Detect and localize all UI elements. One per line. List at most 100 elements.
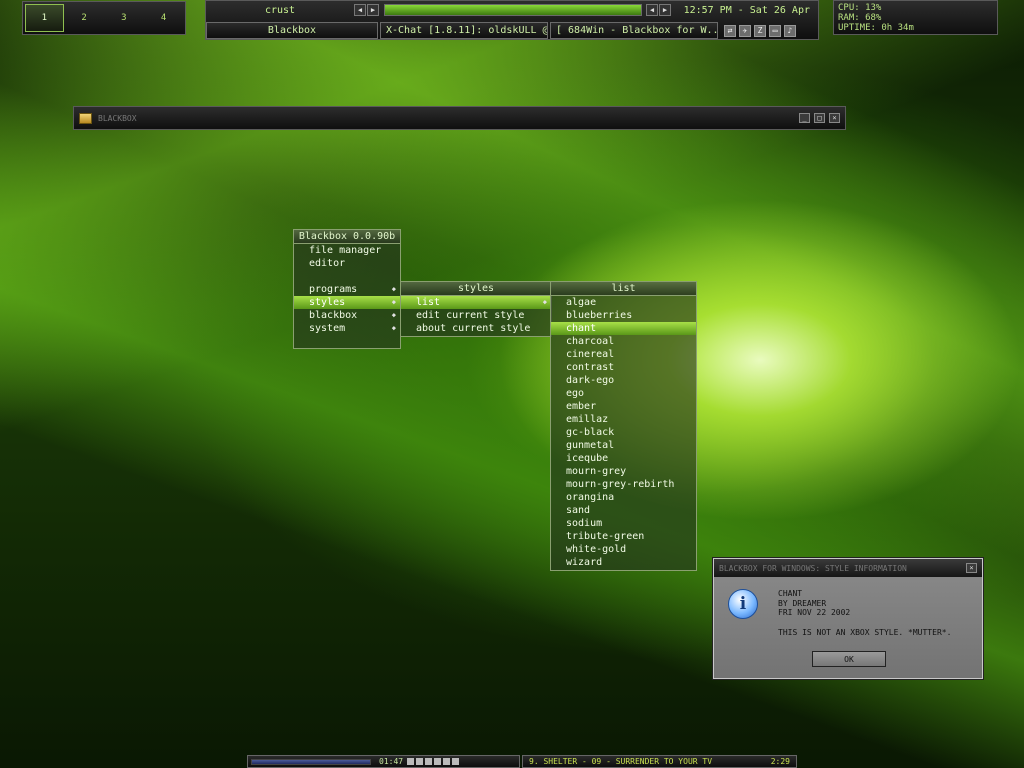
style-item-dark-ego[interactable]: dark-ego [551,374,696,387]
root-menu: Blackbox 0.0.90b file manager editor pro… [293,229,401,349]
style-item-blueberries[interactable]: blueberries [551,309,696,322]
style-item-gunmetal[interactable]: gunmetal [551,439,696,452]
bottom-bar: 01:47 9. SHELTER - 09 - SURRENDER TO YOU… [247,755,797,768]
menu-item-system[interactable]: system ◆ [294,322,400,335]
style-item-ember[interactable]: ember [551,400,696,413]
workspace-prev-button[interactable]: ◀ [354,4,366,16]
submenu-arrow-icon: ◆ [391,285,396,293]
style-item-gc-black[interactable]: gc-black [551,426,696,439]
submenu-arrow-icon: ◆ [391,324,396,332]
menu-item-styles[interactable]: styles ◆ [294,296,400,309]
system-tray: ⇄ ✈ Z ▭ ♪ [720,24,796,37]
playback-progress[interactable] [251,758,371,765]
toolbar-slider [384,4,642,16]
styles-menu: styles list ◆ edit current style about cu… [400,281,552,337]
dialog-titlebar[interactable]: BLACKBOX FOR WINDOWS: STYLE INFORMATION … [714,559,982,577]
maximize-button[interactable]: □ [814,113,825,123]
eject-icon[interactable] [452,758,460,765]
style-item-emillaz[interactable]: emillaz [551,413,696,426]
prev-track-icon[interactable] [407,758,415,765]
menu-item-programs[interactable]: programs ◆ [294,283,400,296]
menu-item-file-manager[interactable]: file manager [294,244,400,257]
dialog-message: CHANT BY DREAMER FRI NOV 22 2002 THIS IS… [778,589,951,637]
task-blackbox[interactable]: Blackbox [206,22,378,39]
style-item-charcoal[interactable]: charcoal [551,335,696,348]
monitor-icon[interactable]: ▭ [769,24,781,37]
menu-item-editor[interactable]: editor [294,257,400,270]
style-item-white-gold[interactable]: white-gold [551,543,696,556]
pause-icon[interactable] [425,758,433,765]
style-item-chant[interactable]: chant [551,322,696,335]
window-title: BLACKBOX [98,113,137,123]
workspace-4-button[interactable]: 4 [144,4,183,32]
network-icon[interactable]: ⇄ [724,24,736,37]
blackbox-window-titlebar[interactable]: BLACKBOX _ □ × [73,106,846,130]
menu-item-edit-current-style[interactable]: edit current style [401,309,551,322]
task-xchat[interactable]: X-Chat [1.8.11]: oldskULL @... [380,22,548,39]
satellite-icon[interactable]: ✈ [739,24,751,37]
cpu-usage: CPU: 13% [838,3,882,13]
menu-item-list[interactable]: list ◆ [401,296,551,309]
styles-menu-title: styles [401,282,551,296]
folder-icon [79,112,92,124]
task-684win[interactable]: [ 684Win - Blackbox for W... [550,22,718,39]
minimize-button[interactable]: _ [799,113,810,123]
menu-item-styles-label: styles [309,297,346,308]
style-item-orangina[interactable]: orangina [551,491,696,504]
style-list-menu: list algae blueberries chant charcoal ci… [550,281,697,571]
style-info-dialog: BLACKBOX FOR WINDOWS: STYLE INFORMATION … [713,558,983,679]
style-item-contrast[interactable]: contrast [551,361,696,374]
uptime: UPTIME: 0h 34m [838,23,914,33]
now-playing: 9. SHELTER - 09 - SURRENDER TO YOUR TV 2… [522,755,797,768]
toolbar-label: crust [264,4,296,16]
menu-item-programs-label: programs [309,284,358,295]
media-player: 01:47 [247,755,520,768]
ok-button[interactable]: OK [812,651,886,667]
zonealarm-icon[interactable]: Z [754,24,766,37]
menu-separator [294,270,400,283]
style-item-mourn-grey-rebirth[interactable]: mourn-grey-rebirth [551,478,696,491]
info-icon: i [728,589,758,619]
menu-item-about-current-style[interactable]: about current style [401,322,551,335]
style-item-cinereal[interactable]: cinereal [551,348,696,361]
root-menu-title: Blackbox 0.0.90b [294,230,400,244]
window-prev-button[interactable]: ◀ [646,4,658,16]
toolbar-clock: 12:57 PM - Sat 26 Apr [683,4,810,16]
style-item-sodium[interactable]: sodium [551,517,696,530]
workspace-1-button[interactable]: 1 [25,4,64,32]
menu-item-blackbox-label: blackbox [309,310,358,321]
workspace-next-button[interactable]: ▶ [367,4,379,16]
speaker-icon[interactable]: ♪ [784,24,796,37]
workspace-pager: 1 2 3 4 [22,1,186,35]
workspace-2-button[interactable]: 2 [65,4,104,32]
next-track-icon[interactable] [443,758,451,765]
style-item-wizard[interactable]: wizard [551,556,696,569]
song-time: 2:29 [770,757,790,766]
style-author: BY DREAMER [778,598,827,608]
style-item-sand[interactable]: sand [551,504,696,517]
menu-item-blackbox[interactable]: blackbox ◆ [294,309,400,322]
player-time: 01:47 [379,757,404,766]
style-item-tribute-green[interactable]: tribute-green [551,530,696,543]
close-button[interactable]: × [829,113,840,123]
stop-icon[interactable] [434,758,442,765]
menu-item-list-label: list [416,297,441,308]
system-monitor: CPU: 13% RAM: 68% UPTIME: 0h 34m [833,0,998,35]
dialog-close-button[interactable]: × [966,563,977,573]
toolbar-top-row: crust ◀ ▶ ◀ ▶ 12:57 PM - Sat 26 Apr [206,1,818,19]
style-name: CHANT [778,589,803,598]
taskbar: Blackbox X-Chat [1.8.11]: oldskULL @... … [206,21,818,40]
workspace-3-button[interactable]: 3 [105,4,144,32]
play-icon[interactable] [416,758,424,765]
style-item-ego[interactable]: ego [551,387,696,400]
submenu-arrow-icon: ◆ [391,311,396,319]
dialog-title: BLACKBOX FOR WINDOWS: STYLE INFORMATION [719,563,907,573]
menu-item-system-label: system [309,323,346,334]
window-next-button[interactable]: ▶ [659,4,671,16]
style-item-iceqube[interactable]: iceqube [551,452,696,465]
ram-usage: RAM: 68% [838,13,882,23]
style-item-mourn-grey[interactable]: mourn-grey [551,465,696,478]
style-list-menu-title: list [551,282,696,296]
style-item-algae[interactable]: algae [551,296,696,309]
toolbar: crust ◀ ▶ ◀ ▶ 12:57 PM - Sat 26 Apr Blac… [205,0,819,40]
